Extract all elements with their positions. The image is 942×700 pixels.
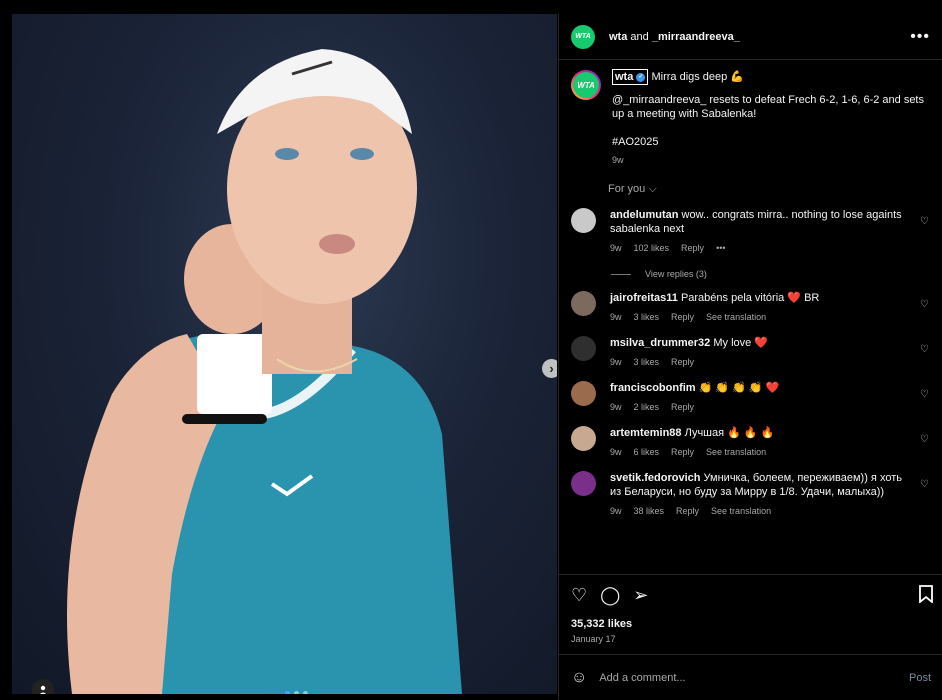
view-replies-label[interactable]: View replies (3): [645, 269, 707, 279]
comment-time: 9w: [610, 357, 622, 367]
comment-item: franciscobonfim 👏 👏 👏 👏 ❤️ 9w 2 likes Re…: [571, 381, 931, 414]
commenter-avatar[interactable]: [571, 291, 596, 316]
comment-time: 9w: [610, 243, 622, 253]
post-media[interactable]: ›: [12, 14, 557, 694]
emoji-icon[interactable]: ☺: [571, 669, 587, 687]
comment-like-icon[interactable]: ♡: [920, 479, 929, 490]
comment-extra-action[interactable]: •••: [716, 241, 725, 255]
more-options-icon[interactable]: •••: [910, 28, 930, 46]
comment-item: msilva_drummer32 My love ❤️ 9w 3 likes R…: [571, 336, 931, 369]
share-icon[interactable]: ➢: [633, 585, 648, 606]
like-count[interactable]: 35,332 likes: [571, 618, 931, 630]
commenter-username[interactable]: franciscobonfim: [610, 382, 696, 394]
caption-title: Mirra digs deep 💪: [651, 71, 745, 83]
caption-hashtag[interactable]: #AO2025: [612, 135, 931, 149]
commenter-avatar[interactable]: [571, 426, 596, 451]
tagged-users-button[interactable]: [32, 679, 54, 694]
reply-button[interactable]: Reply: [676, 504, 699, 518]
post-actions: ♡ ◯ ➢ 35,332 likes January 17: [559, 574, 942, 654]
comment-item: svetik.fedorovich Умничка, болеем, переж…: [571, 471, 931, 518]
comments-section[interactable]: WTA wta ✓ Mirra digs deep 💪 @_mirraandre…: [559, 61, 942, 573]
reply-button[interactable]: Reply: [671, 400, 694, 414]
reply-button[interactable]: Reply: [671, 310, 694, 324]
carousel-indicator: [285, 691, 308, 694]
wta-logo-icon: WTA: [573, 72, 599, 98]
post-photo: [67, 49, 462, 694]
comment-text: 👏 👏 👏 👏 ❤️: [698, 382, 780, 394]
comment-input[interactable]: Add a comment...: [599, 672, 685, 684]
commenter-username[interactable]: jairofreitas11: [610, 292, 678, 304]
carousel-dot: [303, 691, 308, 694]
caption-username[interactable]: wta ✓: [612, 69, 649, 85]
bookmark-icon[interactable]: [919, 585, 933, 608]
comment-sort-dropdown[interactable]: For you ⌵: [608, 183, 931, 196]
commenter-username[interactable]: artemtemin88: [610, 427, 682, 439]
add-comment-bar: ☺ Add a comment... Post: [559, 654, 942, 700]
reply-button[interactable]: Reply: [671, 355, 694, 369]
reply-divider: [611, 273, 631, 275]
caption-text: @_mirraandreeva_ resets to defeat Frech …: [612, 94, 924, 120]
reply-button[interactable]: Reply: [671, 445, 694, 459]
commenter-avatar[interactable]: [571, 381, 596, 406]
wta-avatar[interactable]: WTA: [571, 24, 595, 49]
comment-likes[interactable]: 3 likes: [634, 310, 660, 324]
comment-likes[interactable]: 3 likes: [634, 355, 660, 369]
comment-text: Лучшая 🔥 🔥 🔥: [684, 427, 775, 439]
commenter-avatar[interactable]: [571, 471, 596, 496]
post-authors: wta and _mirraandreeva_: [609, 31, 740, 43]
comment-item: artemtemin88 Лучшая 🔥 🔥 🔥 9w 6 likes Rep…: [571, 426, 931, 459]
caption-time: 9w: [612, 155, 624, 165]
commenter-avatar[interactable]: [571, 208, 596, 233]
collab-author-link[interactable]: _mirraandreeva_: [652, 31, 740, 43]
commenter-username[interactable]: msilva_drummer32: [610, 337, 710, 349]
comment-item: andelumutan wow.. congrats mirra.. nothi…: [571, 208, 931, 255]
carousel-dot: [294, 691, 299, 694]
comment-text: Parabéns pela vitória ❤️ BR: [680, 292, 820, 304]
verified-badge-icon: ✓: [636, 72, 646, 82]
commenter-avatar[interactable]: [571, 336, 596, 361]
comment-likes[interactable]: 2 likes: [634, 400, 660, 414]
post-date: January 17: [571, 634, 616, 644]
comment-like-icon[interactable]: ♡: [920, 434, 929, 445]
caption-avatar[interactable]: WTA: [571, 70, 601, 100]
comment-time: 9w: [610, 506, 622, 516]
comment-extra-action[interactable]: See translation: [706, 445, 766, 459]
comment-extra-action[interactable]: See translation: [706, 310, 766, 324]
user-icon: [39, 685, 47, 694]
reply-button[interactable]: Reply: [681, 241, 704, 255]
post-panel: WTA wta and _mirraandreeva_ ••• WTA wta …: [558, 14, 942, 700]
post-header: WTA wta and _mirraandreeva_ •••: [559, 14, 942, 60]
post-caption: WTA wta ✓ Mirra digs deep 💪 @_mirraandre…: [571, 69, 931, 167]
comment-time: 9w: [610, 402, 622, 412]
view-replies-button[interactable]: View replies (3): [611, 269, 931, 279]
comment-like-icon[interactable]: ♡: [920, 389, 929, 400]
comment-likes[interactable]: 38 likes: [634, 504, 665, 518]
next-media-button[interactable]: ›: [542, 359, 557, 378]
post-comment-button[interactable]: Post: [909, 672, 931, 684]
carousel-dot: [285, 691, 290, 694]
comment-like-icon[interactable]: ♡: [920, 299, 929, 310]
comment-time: 9w: [610, 447, 622, 457]
like-icon[interactable]: ♡: [571, 585, 587, 606]
comment-likes[interactable]: 102 likes: [634, 241, 670, 255]
authors-and: and: [630, 30, 649, 43]
wristband: [197, 334, 272, 414]
author-link[interactable]: wta: [609, 31, 627, 43]
comment-item: jairofreitas11 Parabéns pela vitória ❤️ …: [571, 291, 931, 324]
comment-time: 9w: [610, 312, 622, 322]
commenter-username[interactable]: svetik.fedorovich: [610, 472, 700, 484]
comment-likes[interactable]: 6 likes: [634, 445, 660, 459]
comment-extra-action[interactable]: See translation: [711, 504, 771, 518]
comment-like-icon[interactable]: ♡: [920, 344, 929, 355]
comment-text: My love ❤️: [713, 337, 768, 349]
comment-like-icon[interactable]: ♡: [920, 216, 929, 227]
commenter-username[interactable]: andelumutan: [610, 209, 678, 221]
comment-icon[interactable]: ◯: [600, 585, 620, 606]
